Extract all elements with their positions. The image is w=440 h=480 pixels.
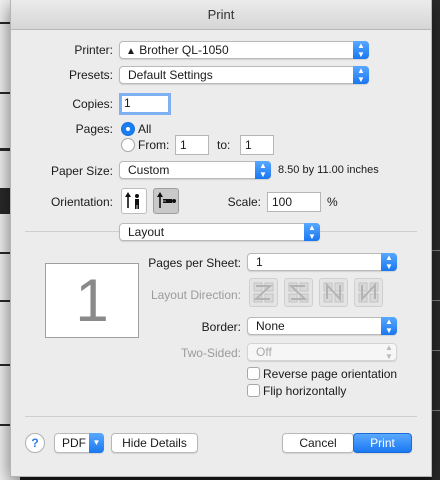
chevron-updown-icon: ▲ ▼: [353, 66, 369, 84]
paper-size-value: Custom: [128, 163, 170, 177]
background-window-edge: [432, 0, 440, 480]
border-value: None: [256, 319, 285, 333]
portrait-orientation-icon: [125, 192, 139, 209]
pages-per-sheet-popup[interactable]: 1 ▲ ▼: [247, 253, 397, 271]
cancel-button[interactable]: Cancel: [282, 433, 354, 453]
printer-popup[interactable]: ▲ Brother QL-1050 ▲ ▼: [119, 41, 369, 59]
layout-direction-s-icon: [288, 282, 309, 303]
section-popup[interactable]: Layout ▲ ▼: [119, 223, 320, 241]
two-sided-popup[interactable]: Off ▲ ▼: [247, 343, 397, 361]
pages-to-label: to:: [217, 138, 231, 152]
two-sided-label: Two-Sided:: [180, 346, 241, 360]
presets-value: Default Settings: [128, 68, 213, 82]
copies-field[interactable]: 1: [119, 93, 171, 115]
layout-direction-z-icon: [253, 282, 274, 303]
pages-per-sheet-label: Pages per Sheet:: [148, 256, 241, 270]
layout-direction-n-icon: [323, 282, 344, 303]
reverse-orientation-label: Reverse page orientation: [263, 367, 398, 381]
portrait-orientation-button[interactable]: [121, 188, 147, 214]
chevron-updown-icon: ▲ ▼: [381, 253, 397, 271]
print-button[interactable]: Print: [353, 433, 412, 453]
window-title: Print: [11, 0, 431, 30]
print-dialog: Print Printer: ▲ Brother QL-1050 ▲ ▼ Pres…: [10, 0, 432, 477]
help-button[interactable]: ?: [25, 433, 45, 453]
pages-from-label: From:: [138, 138, 170, 152]
page-preview: 1: [45, 263, 139, 338]
scale-unit: %: [327, 195, 338, 209]
warning-triangle-icon: ▲: [126, 46, 136, 57]
footer-divider: [25, 416, 417, 417]
printer-label: Printer:: [74, 43, 113, 57]
pages-from-field[interactable]: 1: [175, 135, 209, 155]
layout-direction-z-button[interactable]: [249, 278, 278, 307]
border-label: Border:: [201, 320, 241, 334]
layout-direction-reverse-n-icon: [358, 282, 379, 303]
pages-all-radio[interactable]: [121, 122, 135, 136]
chevron-updown-icon: ▲ ▼: [385, 343, 393, 361]
chevron-updown-icon: ▲ ▼: [255, 161, 271, 179]
layout-direction-s-button[interactable]: [284, 278, 313, 307]
pdf-label: PDF: [62, 436, 86, 450]
pages-per-sheet-value: 1: [256, 255, 263, 269]
pages-from-radio[interactable]: [121, 138, 135, 152]
scale-label: Scale:: [227, 195, 261, 209]
orientation-label: Orientation:: [50, 195, 113, 209]
two-sided-value: Off: [256, 345, 272, 359]
pages-all-label: All: [138, 122, 152, 136]
paper-dimensions: 8.50 by 11.00 inches: [278, 164, 379, 176]
chevron-updown-icon: ▲ ▼: [353, 41, 369, 59]
presets-popup[interactable]: Default Settings ▲ ▼: [119, 66, 369, 84]
landscape-orientation-icon: [157, 192, 176, 208]
scale-field[interactable]: 100: [267, 192, 321, 212]
pdf-menu-button[interactable]: PDF ▼: [54, 433, 104, 453]
pages-label: Pages:: [75, 122, 113, 136]
border-popup[interactable]: None ▲ ▼: [247, 317, 397, 335]
section-value: Layout: [128, 225, 165, 239]
paper-size-label: Paper Size:: [50, 164, 113, 178]
hide-details-button[interactable]: Hide Details: [111, 433, 198, 453]
presets-label: Presets:: [68, 68, 113, 82]
copies-label: Copies:: [72, 97, 113, 111]
flip-horizontally-checkbox[interactable]: [247, 384, 260, 397]
printer-value: Brother QL-1050: [139, 43, 229, 57]
layout-direction-n-button[interactable]: [319, 278, 348, 307]
paper-size-popup[interactable]: Custom ▲ ▼: [119, 161, 271, 179]
layout-direction-label: Layout Direction:: [150, 288, 241, 302]
chevron-down-icon: ▼: [89, 433, 104, 453]
pages-to-field[interactable]: 1: [240, 135, 274, 155]
chevron-updown-icon: ▲ ▼: [381, 317, 397, 335]
layout-direction-reverse-n-button[interactable]: [354, 278, 383, 307]
flip-horizontally-label: Flip horizontally: [263, 384, 347, 398]
landscape-orientation-button[interactable]: [153, 188, 179, 214]
chevron-updown-icon: ▲ ▼: [304, 223, 320, 241]
reverse-orientation-checkbox[interactable]: [247, 367, 260, 380]
